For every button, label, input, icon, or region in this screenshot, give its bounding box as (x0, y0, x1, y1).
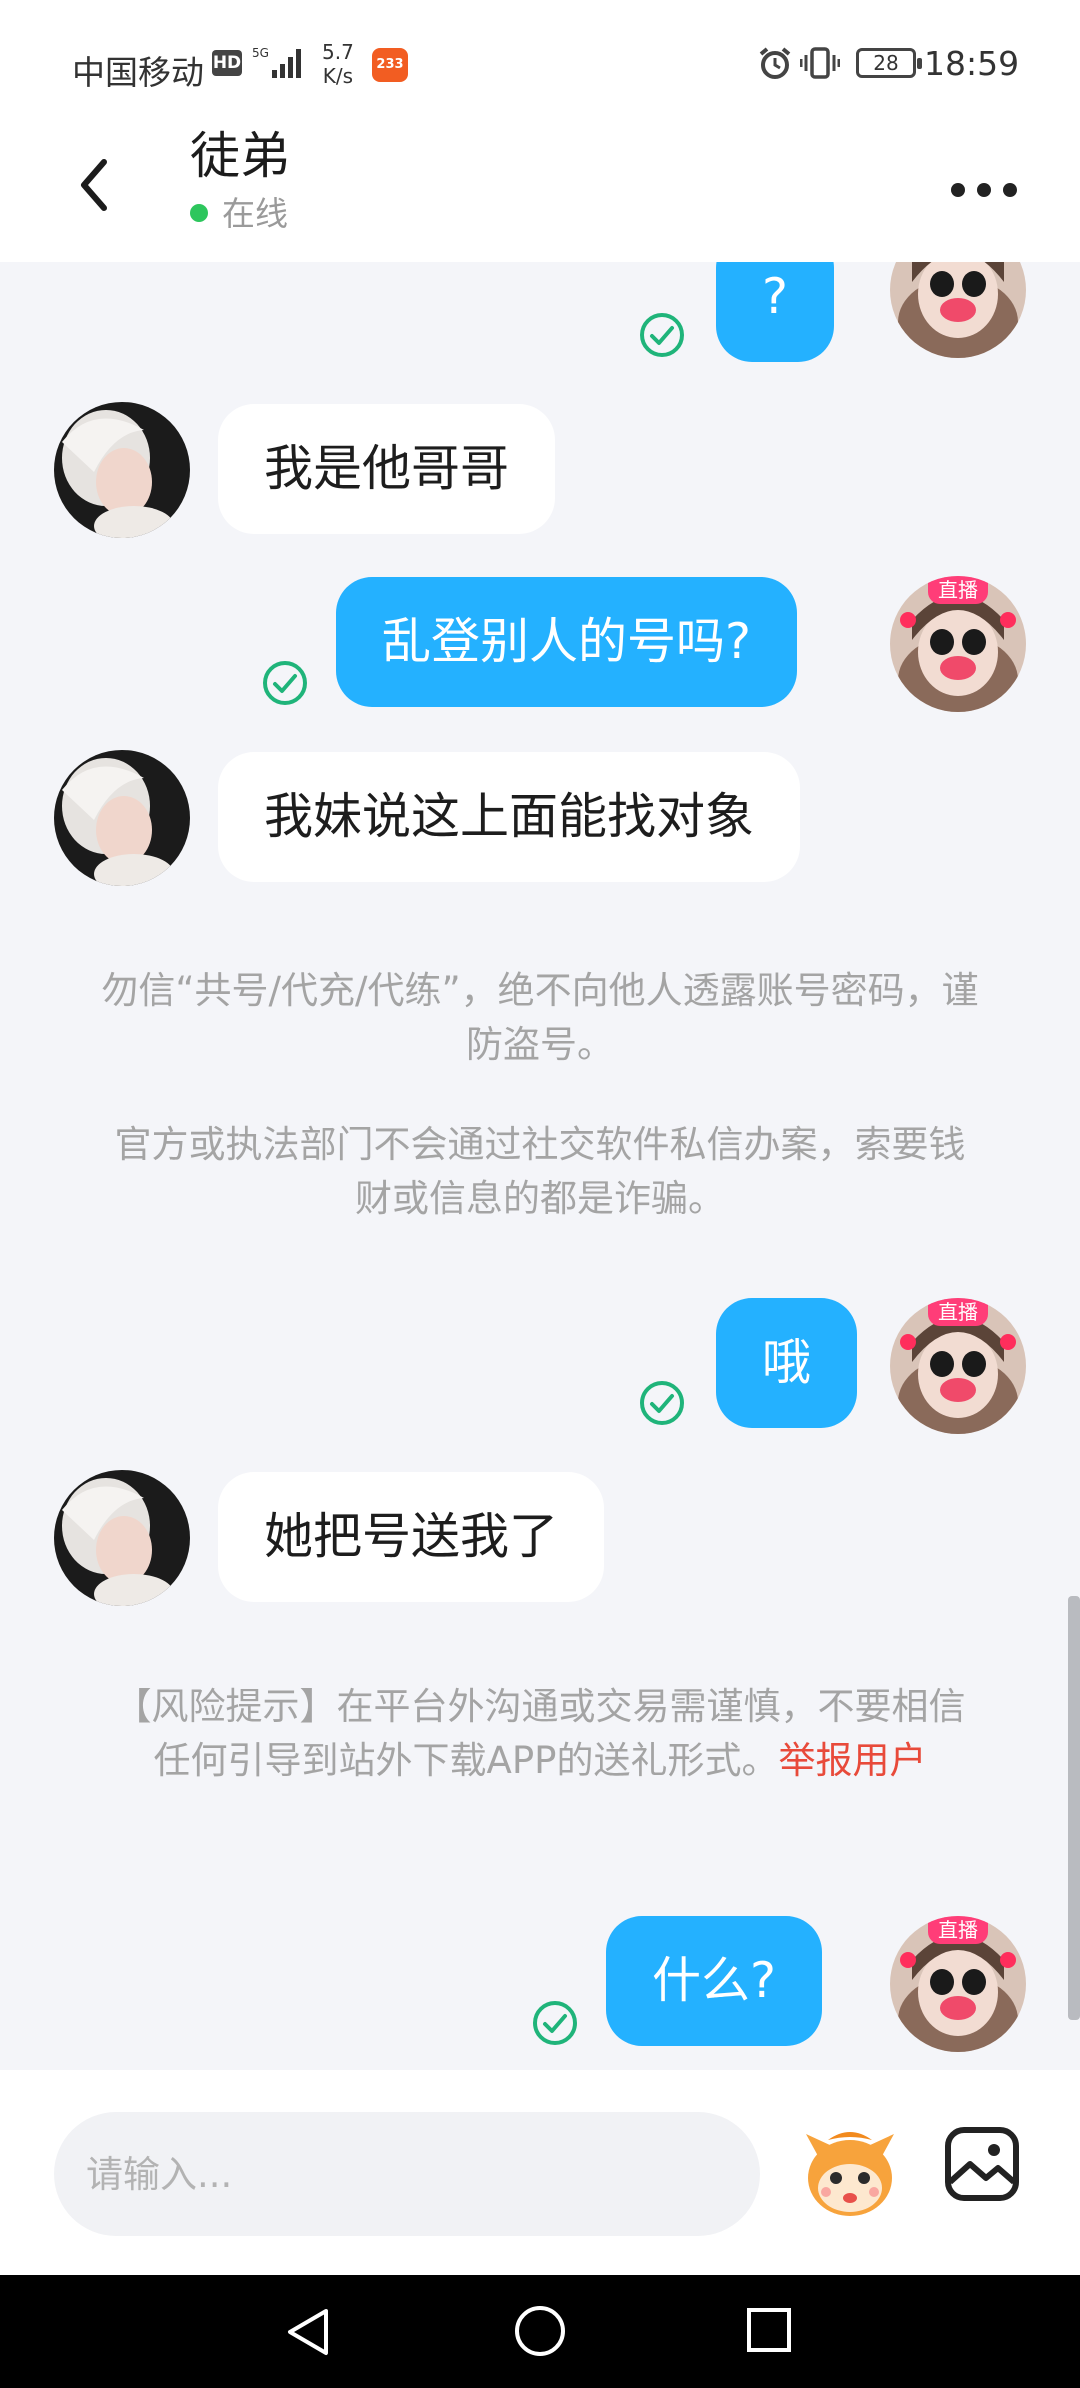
online-indicator (190, 204, 208, 222)
message-bubble[interactable]: 什么? (606, 1916, 823, 2046)
contact-avatar[interactable] (54, 402, 190, 538)
chat-header: 徒弟 在线 (0, 120, 1080, 262)
svg-text:5G: 5G (252, 46, 269, 60)
live-badge: 直播 (928, 576, 988, 604)
network-speed: 5.7 K/s (322, 40, 354, 88)
fraud-warning-notice: 官方或执法部门不会通过社交软件私信办案，索要钱财或信息的都是诈骗。 (114, 1123, 966, 1220)
vibrate-icon (800, 47, 840, 79)
app-notification-badge: 233 (372, 48, 408, 82)
live-badge: 直播 (928, 1916, 988, 1944)
more-options-button[interactable] (948, 170, 1020, 210)
my-avatar[interactable] (890, 262, 1026, 358)
risk-tip-notice: 【风险提示】在平台外沟通或交易需谨慎，不要相信任何引导到站外下载APP的送礼形式… (100, 1680, 980, 1788)
system-navigation-bar (0, 2275, 1080, 2388)
image-button[interactable] (944, 2126, 1020, 2202)
message-bubble[interactable]: 她把号送我了 (218, 1472, 605, 1602)
network-speed-value: 5.7 (322, 40, 354, 64)
my-avatar[interactable]: 直播 (890, 576, 1026, 712)
emoji-button[interactable] (798, 2120, 902, 2224)
message-input[interactable] (54, 2112, 760, 2236)
back-button[interactable] (70, 150, 120, 220)
account-safety-notice: 勿信“共号/代充/代练”，绝不向他人透露账号密码，谨防盗号。 (101, 969, 979, 1066)
scrollbar[interactable] (1068, 1596, 1080, 2020)
message-bubble[interactable]: 我妹说这上面能找对象 (218, 752, 801, 882)
message-bubble[interactable]: 哦 (716, 1298, 858, 1428)
carrier-label: 中国移动 (72, 53, 204, 92)
my-avatar[interactable]: 直播 (890, 1298, 1026, 1434)
online-status: 在线 (222, 194, 288, 233)
my-avatar[interactable]: 直播 (890, 1916, 1026, 2052)
hd-badge: HD (212, 50, 242, 76)
contact-name: 徒弟 (190, 127, 290, 185)
alarm-icon (759, 47, 791, 79)
contact-avatar[interactable] (54, 1470, 190, 1606)
message-bubble[interactable]: 乱登别人的号吗? (336, 577, 798, 707)
contact-avatar[interactable] (54, 750, 190, 886)
nav-home-icon[interactable] (512, 2303, 568, 2359)
check-circle-icon (640, 313, 684, 357)
nav-back-icon[interactable] (282, 2305, 336, 2359)
nav-recent-apps-icon[interactable] (744, 2305, 794, 2355)
check-circle-icon (533, 2001, 577, 2045)
check-circle-icon (640, 1381, 684, 1425)
message-bubble[interactable]: 我是他哥哥 (218, 404, 556, 534)
signal-icon: 5G (252, 46, 301, 78)
input-bar (0, 2070, 1080, 2275)
check-circle-icon (263, 661, 307, 705)
network-speed-unit: K/s (322, 64, 354, 88)
live-badge: 直播 (928, 1298, 988, 1326)
clock: 18:59 (924, 44, 1020, 83)
message-bubble[interactable]: ? (716, 262, 835, 362)
battery-indicator: 28 (856, 48, 922, 78)
report-user-link[interactable]: 举报用户 (778, 1739, 926, 1782)
status-bar: 中国移动 HD 5G 5.7 K/s 233 28 18:59 (0, 0, 1080, 120)
message-list[interactable]: ? 我是他哥哥 直播 乱登别人的号吗? 我妹说这上面能找对象 勿信“共号/代充/… (0, 262, 1080, 2070)
